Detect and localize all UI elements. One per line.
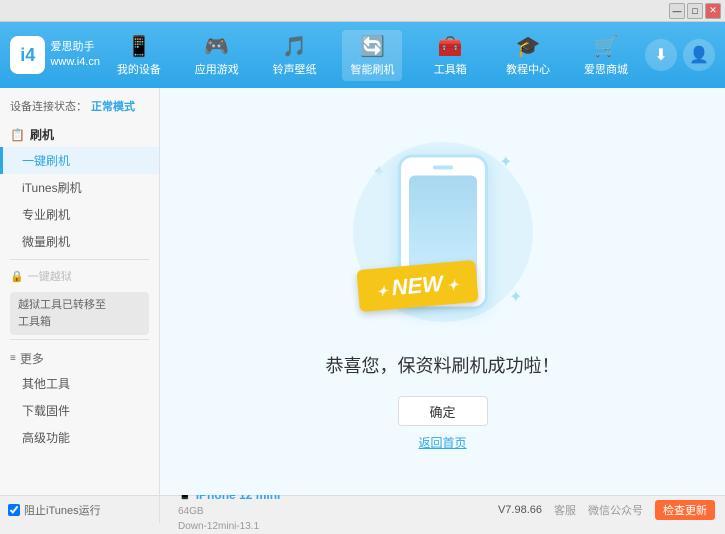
lock-icon: 🔒 xyxy=(10,270,24,283)
close-button[interactable]: ✕ xyxy=(705,3,721,19)
minimize-button[interactable]: — xyxy=(669,3,685,19)
smart-flash-icon: 🔄 xyxy=(360,34,385,59)
phone-speaker xyxy=(433,166,453,170)
nav-my-device[interactable]: 📱 我的设备 xyxy=(109,30,169,81)
maximize-button[interactable]: □ xyxy=(687,3,703,19)
download-icon: ⬇ xyxy=(654,45,667,65)
sidebar-item-advanced[interactable]: 高级功能 xyxy=(0,424,159,451)
device-storage: 64GB xyxy=(178,504,280,519)
content-area: ✦ ✦ ✦ NEW 恭喜您，保资料刷机成功啦！ 确定 返回首页 xyxy=(160,88,725,495)
device-status: 设备连接状态： 正常模式 xyxy=(0,92,159,118)
more-icon: ≡ xyxy=(10,353,16,364)
apps-games-icon: 🎮 xyxy=(204,34,229,59)
header: i4 爱思助手 www.i4.cn 📱 我的设备 🎮 应用游戏 🎵 铃声壁纸 🔄… xyxy=(0,22,725,88)
sidebar-divider-2 xyxy=(10,339,149,340)
logo-text: 爱思助手 www.i4.cn xyxy=(50,40,100,71)
stop-itunes-bar: 阻止iTunes运行 xyxy=(0,495,160,523)
version-label: V7.98.66 xyxy=(498,504,542,516)
nav-ringtones[interactable]: 🎵 铃声壁纸 xyxy=(265,30,325,81)
nav-apps-games[interactable]: 🎮 应用游戏 xyxy=(187,30,247,81)
tutorials-icon: 🎓 xyxy=(516,34,541,59)
ai-store-icon: 🛒 xyxy=(594,34,619,59)
toolbox-icon: 🧰 xyxy=(438,34,463,59)
sidebar-item-one-click-flash[interactable]: 一键刷机 xyxy=(0,147,159,174)
logo-icon: i4 xyxy=(10,36,45,74)
sidebar: 设备连接状态： 正常模式 📋 刷机 一键刷机 iTunes刷机 专业刷机 微量刷… xyxy=(0,88,160,495)
more-section-header: ≡ 更多 xyxy=(0,344,159,370)
nav-smart-flash[interactable]: 🔄 智能刷机 xyxy=(342,30,402,81)
support-link[interactable]: 客服 xyxy=(554,502,576,518)
nav-ai-store[interactable]: 🛒 爱思商城 xyxy=(576,30,636,81)
device-firmware: Down-12mini-13.1 xyxy=(178,519,280,534)
title-bar: — □ ✕ xyxy=(0,0,725,22)
main: 设备连接状态： 正常模式 📋 刷机 一键刷机 iTunes刷机 专业刷机 微量刷… xyxy=(0,88,725,495)
user-icon: 👤 xyxy=(689,45,709,65)
nav-items: 📱 我的设备 🎮 应用游戏 🎵 铃声壁纸 🔄 智能刷机 🧰 工具箱 🎓 教程中心… xyxy=(100,30,645,81)
phone-illustration: ✦ ✦ ✦ NEW xyxy=(343,132,543,332)
nav-toolbox[interactable]: 🧰 工具箱 xyxy=(420,30,480,81)
update-button[interactable]: 检查更新 xyxy=(655,500,715,520)
success-message: 恭喜您，保资料刷机成功啦！ xyxy=(326,352,560,378)
jailbreak-disabled: 🔒 一键越狱 xyxy=(0,264,159,288)
ringtones-icon: 🎵 xyxy=(282,34,307,59)
user-button[interactable]: 👤 xyxy=(683,39,715,71)
bottom-right: V7.98.66 客服 微信公众号 检查更新 xyxy=(498,500,715,520)
logo[interactable]: i4 爱思助手 www.i4.cn xyxy=(10,36,100,74)
sidebar-item-micro-flash[interactable]: 微量刷机 xyxy=(0,228,159,255)
flash-section-icon: 📋 xyxy=(10,128,25,142)
my-device-icon: 📱 xyxy=(126,34,151,59)
wechat-link[interactable]: 微信公众号 xyxy=(588,502,643,518)
jailbreak-notice: 越狱工具已转移至 工具箱 xyxy=(10,292,149,335)
sidebar-item-other-tools[interactable]: 其他工具 xyxy=(0,370,159,397)
sidebar-item-itunes-flash[interactable]: iTunes刷机 xyxy=(0,174,159,201)
sidebar-item-download-firmware[interactable]: 下载固件 xyxy=(0,397,159,424)
confirm-button[interactable]: 确定 xyxy=(398,396,488,426)
flash-section: 📋 刷机 一键刷机 iTunes刷机 专业刷机 微量刷机 xyxy=(0,122,159,255)
stop-itunes-checkbox[interactable] xyxy=(8,504,20,516)
header-right: ⬇ 👤 xyxy=(645,39,715,71)
sidebar-divider-1 xyxy=(10,259,149,260)
flash-section-header: 📋 刷机 xyxy=(0,122,159,147)
download-button[interactable]: ⬇ xyxy=(645,39,677,71)
sidebar-item-pro-flash[interactable]: 专业刷机 xyxy=(0,201,159,228)
back-home-link[interactable]: 返回首页 xyxy=(418,434,466,451)
nav-tutorials[interactable]: 🎓 教程中心 xyxy=(498,30,558,81)
